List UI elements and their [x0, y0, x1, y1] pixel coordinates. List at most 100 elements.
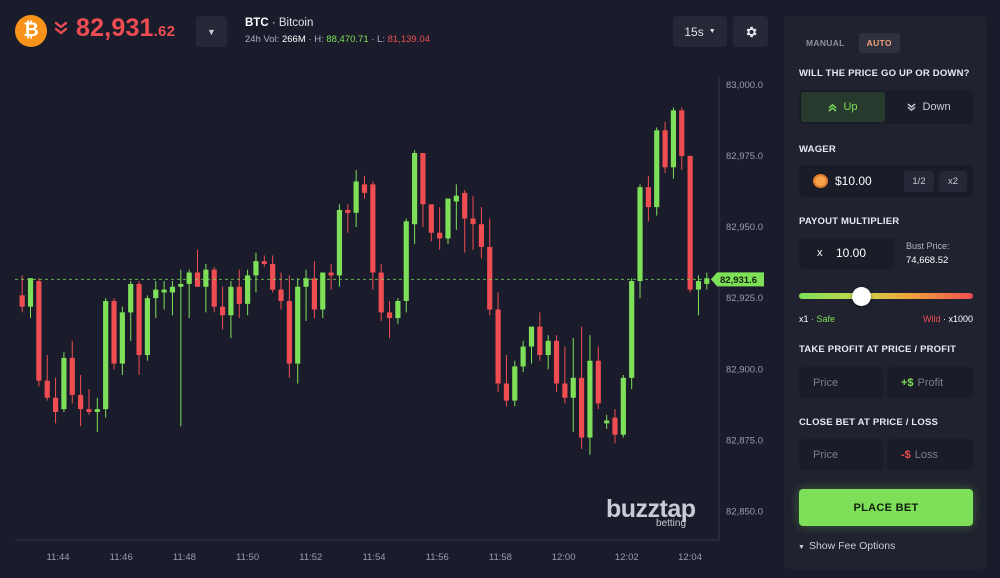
tp-price-placeholder: Price — [813, 376, 839, 389]
multiplier-slider[interactable] — [799, 293, 973, 299]
candle-body — [69, 357, 75, 395]
close-loss-input[interactable]: -$ Loss — [887, 439, 973, 470]
candle-body — [111, 301, 117, 364]
candle-body — [278, 289, 284, 301]
candle-body — [562, 383, 568, 398]
candle-body — [470, 218, 476, 225]
coin-icon — [813, 174, 828, 188]
candle-body — [595, 360, 601, 404]
place-bet-button[interactable]: PLACE BET — [799, 489, 973, 526]
take-profit-row: Price +$ Profit — [799, 367, 973, 398]
candle-body — [144, 298, 151, 356]
candle-body — [320, 272, 326, 310]
low-value: 81,139.04 — [387, 34, 430, 45]
slider-max-label: Wild · x1000 — [923, 314, 973, 324]
down-button[interactable]: Down — [887, 92, 971, 122]
candle-body — [453, 195, 459, 202]
ticker-stats: 24h Vol: 266M · H: 88,470.71 · L: 81,139… — [245, 34, 430, 45]
x-axis-ticks: 11:44 11:46 11:48 11:50 11:52 11:54 11:56 11:58… — [46, 552, 701, 563]
wager-value[interactable]: $10.00 — [835, 174, 872, 188]
show-fee-options-link[interactable]: ▼ Show Fee Options — [798, 540, 895, 552]
candle-body — [78, 394, 84, 410]
half-wager-button[interactable]: 1/2 — [904, 171, 934, 192]
candle-body — [119, 312, 125, 364]
take-profit-title: TAKE PROFIT AT PRICE / PROFIT — [799, 344, 957, 355]
candle-body — [578, 377, 585, 438]
tab-auto[interactable]: AUTO — [858, 33, 900, 53]
candle-body — [445, 198, 451, 239]
multiplier-value[interactable]: 10.00 — [836, 246, 866, 260]
close-bet-row: Price -$ Loss — [799, 439, 973, 470]
candle-body — [478, 224, 484, 247]
caret-down-icon: ▼ — [708, 28, 716, 35]
candle-body — [161, 289, 167, 293]
candle-body — [520, 346, 526, 367]
fee-options-label: Show Fee Options — [808, 540, 896, 552]
candles-layer — [19, 107, 710, 455]
multiplier-input[interactable]: x 10.00 — [799, 238, 895, 269]
candle-body — [153, 289, 159, 299]
wager-input[interactable]: $10.00 1/2 x2 — [799, 165, 973, 197]
mode-tabs: MANUAL AUTO — [798, 33, 900, 53]
take-profit-price-input[interactable]: Price — [799, 367, 883, 398]
candle-body — [295, 286, 301, 364]
cl-loss-placeholder: Loss — [914, 448, 939, 461]
x-tick-label: 11:52 — [299, 552, 322, 563]
double-wager-button[interactable]: x2 — [939, 171, 967, 192]
candle-body — [19, 295, 25, 307]
asset-dropdown-button[interactable]: ▼ — [196, 16, 227, 47]
candle-body — [386, 312, 393, 319]
candle-body — [428, 204, 434, 233]
candle-body — [679, 110, 685, 156]
candle-body — [629, 281, 635, 378]
cl-prefix: -$ — [901, 448, 911, 461]
y-axis-ticks: 83,000.0 82,975.0 82,950.0 82,925.0 82,900.0… — [726, 80, 763, 518]
candle-body — [378, 272, 384, 313]
candle-body — [395, 301, 401, 319]
x-tick-label: 12:04 — [678, 552, 702, 563]
take-profit-amount-input[interactable]: +$ Profit — [887, 367, 973, 398]
current-price: 82,931.62 — [76, 14, 175, 43]
x-tick-label: 11:58 — [489, 552, 512, 563]
candle-body — [612, 417, 618, 435]
candle-body — [528, 326, 535, 347]
slider-handle[interactable] — [852, 287, 872, 306]
slider-max-value: · x1000 — [942, 314, 973, 324]
close-price-input[interactable]: Price — [799, 439, 883, 470]
candle-body — [203, 269, 209, 287]
bitcoin-icon: ₿ — [15, 15, 47, 47]
candle-body — [228, 286, 234, 316]
timeframe-select[interactable]: 15s ▼ — [673, 16, 727, 47]
candle-body — [286, 301, 292, 364]
slider-min-label: x1 · Safe — [799, 314, 835, 324]
high-value: 88,470.71 — [326, 34, 369, 45]
wager-title: WAGER — [799, 144, 836, 155]
candle-body — [420, 153, 426, 205]
candle-body — [670, 110, 677, 168]
candlestick-chart[interactable]: 83,000.0 82,975.0 82,950.0 82,925.0 82,900.0… — [0, 62, 780, 578]
candle-body — [462, 192, 468, 219]
candle-body — [27, 278, 34, 307]
slider-wild-label: Wild — [922, 314, 941, 324]
candle-body — [495, 309, 501, 384]
y-tick-label: 83,000.0 — [726, 80, 763, 91]
vol-value: 266M — [281, 34, 306, 45]
bet-panel: MANUAL AUTO WILL THE PRICE GO UP OR DOWN… — [784, 16, 987, 569]
tab-manual[interactable]: MANUAL — [798, 33, 853, 53]
tp-profit-placeholder: Profit — [917, 376, 944, 389]
settings-button[interactable] — [733, 16, 768, 47]
candle-body — [94, 409, 100, 412]
candle-body — [662, 130, 668, 168]
candle-body — [128, 283, 134, 313]
high-label: · H: — [308, 34, 324, 45]
candle-body — [345, 209, 351, 213]
candle-body — [44, 380, 50, 398]
timeframe-value: 15s — [684, 24, 704, 39]
candle-body — [361, 184, 368, 193]
candle-body — [687, 155, 693, 290]
bust-price-value: 74,668.52 — [906, 255, 949, 266]
up-button[interactable]: Up — [801, 92, 885, 122]
double-chevron-down-icon — [53, 20, 69, 40]
x-tick-label: 11:50 — [236, 552, 259, 563]
candle-body — [261, 261, 267, 265]
